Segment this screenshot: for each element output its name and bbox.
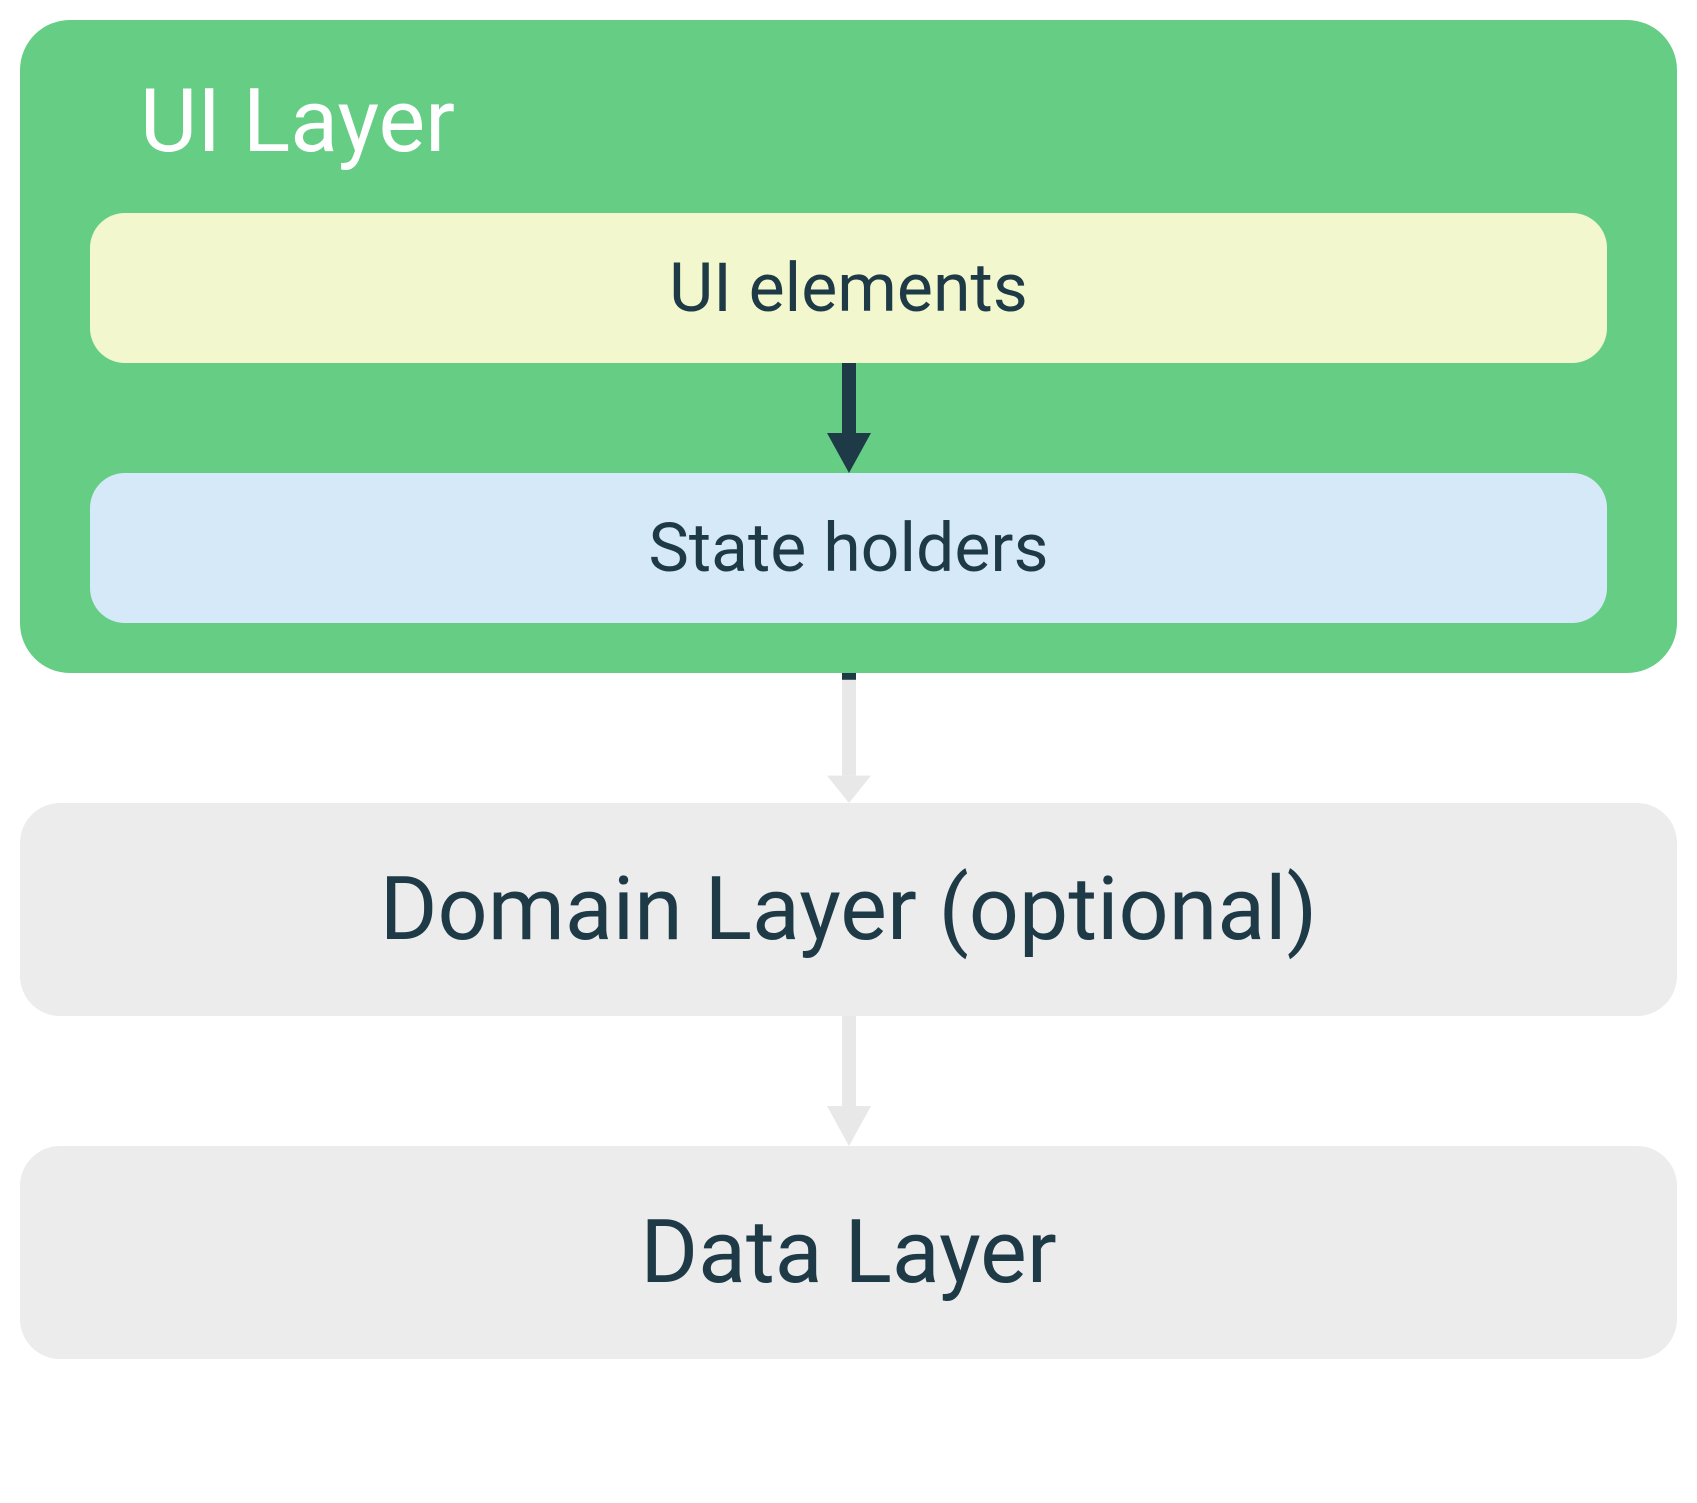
- data-layer-box: Data Layer: [20, 1146, 1677, 1359]
- architecture-diagram: UI Layer UI elements State holders Domai…: [20, 20, 1677, 1359]
- arrow-down-icon: [819, 363, 879, 473]
- ui-elements-label: UI elements: [669, 248, 1028, 328]
- domain-layer-box: Domain Layer (optional): [20, 803, 1677, 1016]
- arrow-down-light-icon: [819, 673, 879, 803]
- ui-layer-title: UI Layer: [140, 70, 1607, 173]
- ui-layer-container: UI Layer UI elements State holders: [20, 20, 1677, 673]
- domain-layer-label: Domain Layer (optional): [380, 858, 1317, 961]
- state-holders-label: State holders: [648, 508, 1048, 588]
- ui-elements-box: UI elements: [90, 213, 1607, 363]
- arrow-down-light-icon: [819, 1016, 879, 1146]
- arrow-domain-to-data: [20, 1016, 1677, 1146]
- arrow-ui-to-state: [90, 363, 1607, 473]
- state-holders-box: State holders: [90, 473, 1607, 623]
- data-layer-label: Data Layer: [640, 1201, 1056, 1304]
- arrow-ui-to-domain: [20, 673, 1677, 803]
